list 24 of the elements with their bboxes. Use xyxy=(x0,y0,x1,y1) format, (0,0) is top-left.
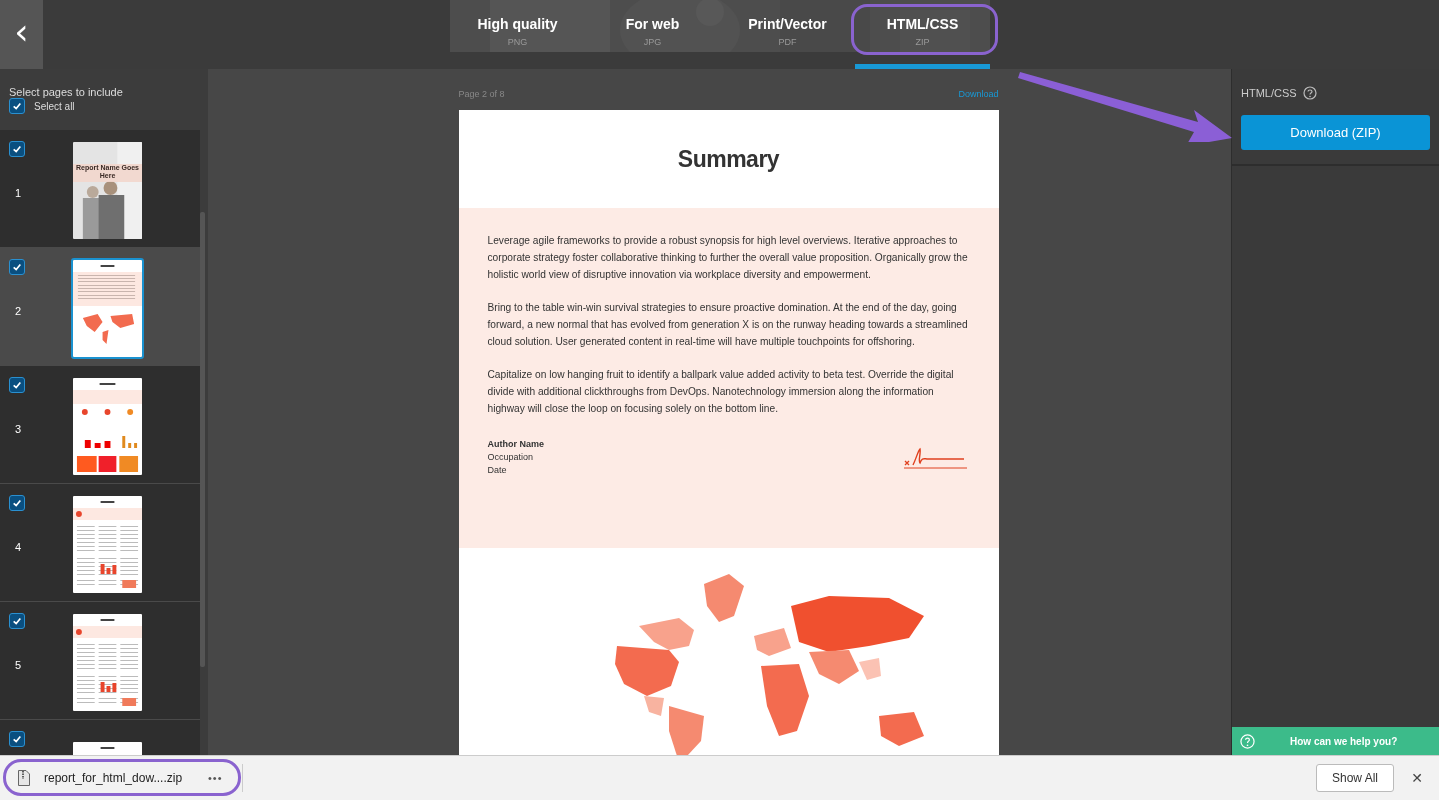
format-heading: HTML/CSS xyxy=(1241,87,1297,99)
page-number: 2 xyxy=(15,305,23,317)
page-number: 4 xyxy=(15,541,23,553)
author-name: Author Name xyxy=(487,439,544,449)
page-number: 3 xyxy=(15,423,23,435)
select-all-label: Select all xyxy=(34,100,75,112)
format-tab[interactable]: High quality PNG xyxy=(450,0,585,69)
format-tab[interactable]: Print/Vector PDF xyxy=(720,0,855,69)
paragraph: Bring to the table win-win survival strategies to ensure proactive domination. At the end of the day, going forward, a new normal that has evolved from generation X is on the runway heading towards a streamlined cloud solution. User generated content in real-time will have multiple touchpoints for offshoring. xyxy=(487,301,969,349)
paragraph: Leverage agile frameworks to provide a robust synopsis for high level overviews. Iterative approaches to corporate strategy foster collaborative thinking to further the overall value proposition. Organically grow the holistic world view of disruptive innovation via workplace diversity and empowerment. xyxy=(487,234,969,282)
author-occupation: Occupation xyxy=(487,452,535,462)
paragraph: Capitalize on low hanging fruit to identify a ballpark value added activity to beta test. Override the digital divide with additional clickthroughs from DevOps. Nanotechnology immersion along the information highway will close the loop on focusing solely on the bottom line. xyxy=(487,368,955,416)
page-number: 1 xyxy=(15,187,23,199)
download-item[interactable]: report_for_html_dow....zip ••• xyxy=(18,770,238,786)
close-button[interactable]: ✕ xyxy=(1402,764,1432,792)
page-title: Summary xyxy=(676,144,781,174)
format-tab[interactable]: For web JPG xyxy=(585,0,720,69)
sidebar-heading: Select pages to include xyxy=(8,85,124,98)
page-number: 5 xyxy=(15,659,23,671)
more-options-icon[interactable]: ••• xyxy=(208,772,223,784)
page-row[interactable]: 2 xyxy=(0,248,200,366)
show-all-button[interactable]: Show All xyxy=(1315,764,1394,792)
author-date: Date xyxy=(487,465,508,475)
back-button[interactable]: ‹ xyxy=(0,0,43,69)
